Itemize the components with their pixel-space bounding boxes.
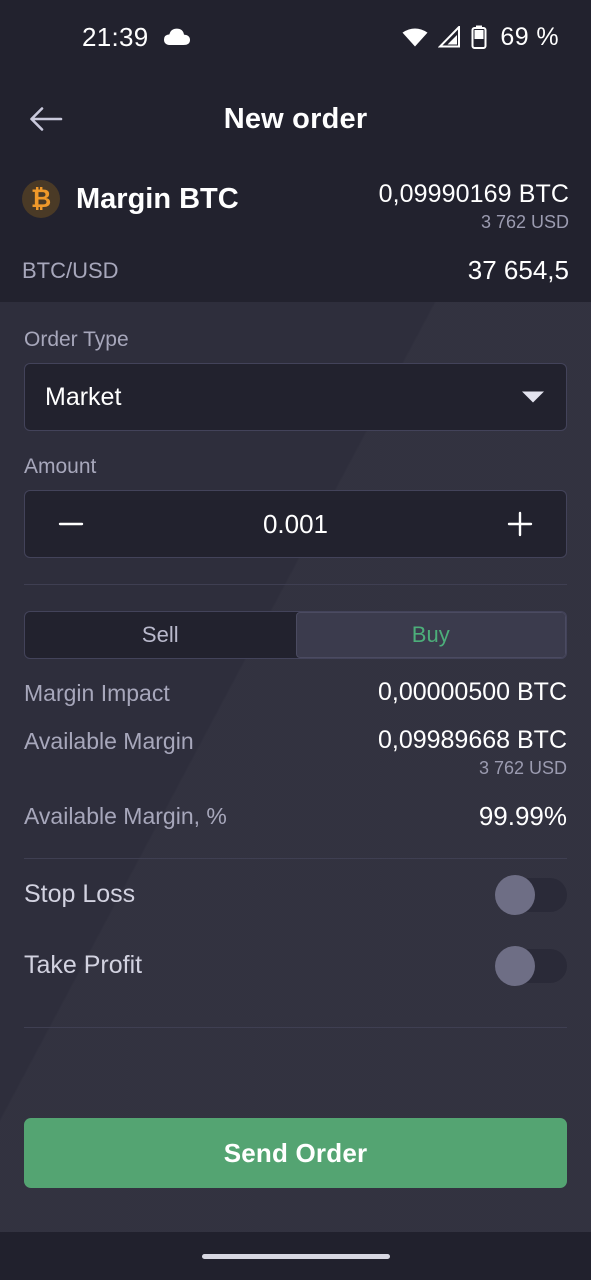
stop-loss-label: Stop Loss [24, 880, 136, 908]
amount-decrement-button[interactable] [49, 502, 93, 546]
info-values: 0,00000500 BTC [378, 678, 567, 707]
amount-value[interactable]: 0.001 [263, 509, 328, 540]
order-type-label: Order Type [24, 328, 129, 351]
take-profit-row: Take Profit [24, 930, 567, 1001]
status-bar-left: 21:39 [82, 22, 191, 53]
wifi-icon [401, 26, 429, 48]
toggle-knob [495, 874, 535, 915]
info-label: Available Margin [24, 728, 194, 754]
order-type-value: Market [45, 382, 122, 411]
asset-balance: 0,09990169 BTC [378, 180, 569, 208]
order-form-panel: Order Type Market Amount 0.001 Sell Buy [0, 302, 591, 1232]
divider [24, 1027, 567, 1028]
status-bar: 21:39 69 % [0, 0, 591, 74]
home-indicator[interactable] [201, 1253, 390, 1259]
asset-header: ₿ Margin BTC 0,09990169 BTC 3 762 USD BT… [0, 164, 591, 302]
pair-row: BTC/USD 37 654,5 [22, 255, 569, 286]
info-subvalue: 3 762 USD [478, 758, 567, 778]
info-value: 0,00000500 BTC [377, 678, 567, 706]
take-profit-label: Take Profit [24, 951, 143, 979]
buy-tab[interactable]: Buy [295, 612, 566, 658]
info-label: Margin Impact [24, 680, 170, 706]
info-label: Available Margin, % [24, 803, 227, 829]
system-navigation-bar [0, 1232, 591, 1280]
cloud-icon [163, 27, 191, 47]
app-screen: 21:39 69 % New order ₿ Margin BTC 0,0999… [0, 0, 591, 1280]
asset-balance-usd: 3 762 USD [480, 212, 569, 232]
info-values: 99.99% [479, 801, 567, 832]
bitcoin-icon: ₿ [22, 180, 60, 218]
order-type-select[interactable]: Market [24, 363, 567, 431]
app-bar: New order [0, 74, 591, 164]
order-side-toggle: Sell Buy [24, 611, 567, 659]
amount-label: Amount [24, 455, 97, 478]
arrow-left-icon [29, 104, 63, 134]
battery-percentage: 69 % [500, 22, 559, 51]
info-row-available-margin: Available Margin 0,09989668 BTC 3 762 US… [24, 707, 567, 779]
chevron-down-icon [522, 391, 544, 403]
info-value: 99.99% [478, 801, 567, 831]
stop-loss-row: Stop Loss [24, 859, 567, 930]
amount-stepper: 0.001 [24, 490, 567, 558]
pair-label: BTC/USD [22, 257, 119, 283]
cellular-signal-icon [438, 26, 462, 48]
toggle-knob [495, 945, 535, 986]
status-bar-clock: 21:39 [82, 21, 149, 52]
amount-increment-button[interactable] [498, 502, 542, 546]
sell-tab[interactable]: Sell [25, 612, 296, 658]
page-title: New order [223, 102, 368, 135]
status-bar-right: 69 % [401, 23, 559, 52]
send-order-container: Send Order [24, 1118, 567, 1232]
back-button[interactable] [22, 95, 70, 143]
asset-name: Margin BTC [76, 182, 239, 215]
pair-price: 37 654,5 [467, 255, 569, 285]
take-profit-toggle[interactable] [495, 945, 567, 986]
divider [24, 584, 567, 585]
send-order-button[interactable]: Send Order [24, 1118, 567, 1188]
info-row-available-margin-percent: Available Margin, % 99.99% [24, 779, 567, 832]
asset-identity: ₿ Margin BTC [22, 180, 239, 218]
stop-loss-toggle[interactable] [495, 874, 567, 915]
info-row-margin-impact: Margin Impact 0,00000500 BTC [24, 659, 567, 707]
info-values: 0,09989668 BTC 3 762 USD [378, 726, 567, 779]
asset-summary-row: ₿ Margin BTC 0,09990169 BTC 3 762 USD [22, 170, 569, 233]
battery-icon [471, 25, 487, 49]
asset-balance-group: 0,09990169 BTC 3 762 USD [379, 180, 569, 233]
info-value: 0,09989668 BTC [377, 726, 567, 754]
